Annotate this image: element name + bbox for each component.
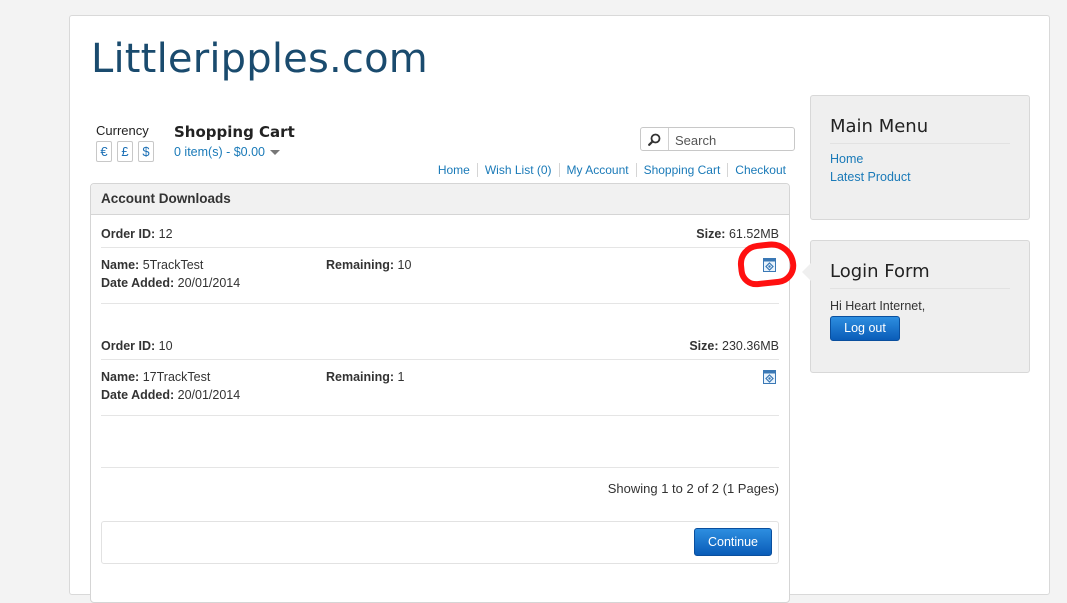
login-form-title: Login Form	[830, 241, 1010, 289]
download-icon	[763, 370, 776, 384]
date-value: 20/01/2014	[177, 276, 241, 290]
file-size: Size: 61.52MB	[696, 227, 779, 241]
name-value: 5TrackTest	[142, 258, 204, 272]
currency-euro-button[interactable]: €	[96, 141, 112, 162]
search-button[interactable]	[641, 128, 669, 150]
currency-label: Currency	[96, 123, 149, 138]
currency-selector: Currency € £ $	[96, 123, 159, 162]
date-label: Date Added:	[101, 388, 175, 402]
date-value: 20/01/2014	[177, 388, 241, 402]
cart-summary-text: 0 item(s) - $0.00	[174, 145, 266, 159]
download-button[interactable]	[763, 370, 776, 387]
site-title[interactable]: Littleripples.com	[91, 36, 428, 82]
nav-shopping-cart-link[interactable]: Shopping Cart	[635, 163, 728, 177]
row-divider	[101, 415, 779, 416]
nav-checkout-link[interactable]: Checkout	[727, 163, 786, 177]
login-form-module: Login Form Hi Heart Internet, Log out	[802, 240, 1030, 373]
download-date: Date Added: 20/01/2014	[101, 388, 240, 402]
download-remaining: Remaining: 10	[326, 258, 411, 272]
continue-button[interactable]: Continue	[694, 528, 772, 556]
main-menu-module: Main Menu Home Latest Product	[810, 95, 1030, 220]
size-value: 61.52MB	[728, 227, 779, 241]
currency-pound-button[interactable]: £	[117, 141, 133, 162]
size-label: Size:	[696, 227, 726, 241]
order-id-label: Order ID:	[101, 339, 156, 353]
download-remaining: Remaining: 1	[326, 370, 405, 384]
cart-widget: Shopping Cart 0 item(s) - $0.00	[174, 123, 295, 161]
download-item-header: Order ID: 12 Size: 61.52MB	[101, 225, 779, 248]
download-name: Name: 5TrackTest	[101, 258, 203, 272]
page-container: Littleripples.com Currency € £ $ Shopping …	[69, 15, 1050, 603]
order-id-label: Order ID:	[101, 227, 156, 241]
size-label: Size:	[689, 339, 719, 353]
button-bar: Continue	[101, 521, 779, 564]
panel-pointer	[802, 263, 811, 281]
search-input[interactable]	[673, 130, 792, 150]
pagination-results: Showing 1 to 2 of 2 (1 Pages)	[607, 481, 779, 496]
download-date: Date Added: 20/01/2014	[101, 276, 240, 290]
file-size: Size: 230.36MB	[689, 339, 779, 353]
menu-home-link[interactable]: Home	[830, 150, 1010, 168]
cart-summary-dropdown[interactable]: 0 item(s) - $0.00	[174, 145, 281, 159]
chevron-down-icon	[270, 150, 281, 156]
main-menu-title: Main Menu	[830, 96, 1010, 144]
login-greeting: Hi Heart Internet,	[830, 299, 926, 313]
remaining-value: 1	[397, 370, 405, 384]
remaining-label: Remaining:	[326, 370, 395, 384]
download-item-header: Order ID: 10 Size: 230.36MB	[101, 337, 779, 360]
main-menu-links: Home Latest Product	[811, 144, 1029, 192]
nav-my-account-link[interactable]: My Account	[558, 163, 636, 177]
name-value: 17TrackTest	[142, 370, 211, 384]
remaining-label: Remaining:	[326, 258, 395, 272]
name-label: Name:	[101, 370, 140, 384]
size-value: 230.36MB	[722, 339, 779, 353]
account-downloads-heading: Account Downloads	[91, 184, 789, 215]
menu-latest-product-link[interactable]: Latest Product	[830, 168, 1010, 186]
order-id-value: 12	[158, 227, 173, 241]
account-downloads-panel: Account Downloads Order ID: 12 Size: 61.…	[90, 183, 790, 603]
search-icon	[648, 133, 661, 146]
remaining-value: 10	[397, 258, 412, 272]
nav-wishlist-link[interactable]: Wish List (0)	[476, 163, 559, 177]
order-id: Order ID: 12	[101, 227, 173, 241]
name-label: Name:	[101, 258, 140, 272]
pagination-divider	[101, 467, 779, 468]
order-id: Order ID: 10	[101, 339, 173, 353]
order-id-value: 10	[158, 339, 173, 353]
top-navigation: Home Wish List (0) My Account Shopping Cart…	[431, 163, 786, 177]
nav-home-link[interactable]: Home	[431, 163, 477, 177]
cart-title: Shopping Cart	[174, 123, 295, 141]
logout-button[interactable]: Log out	[830, 316, 900, 341]
date-label: Date Added:	[101, 276, 175, 290]
download-name: Name: 17TrackTest	[101, 370, 210, 384]
search-box	[640, 127, 795, 151]
row-divider	[101, 303, 779, 304]
currency-dollar-button[interactable]: $	[138, 141, 154, 162]
